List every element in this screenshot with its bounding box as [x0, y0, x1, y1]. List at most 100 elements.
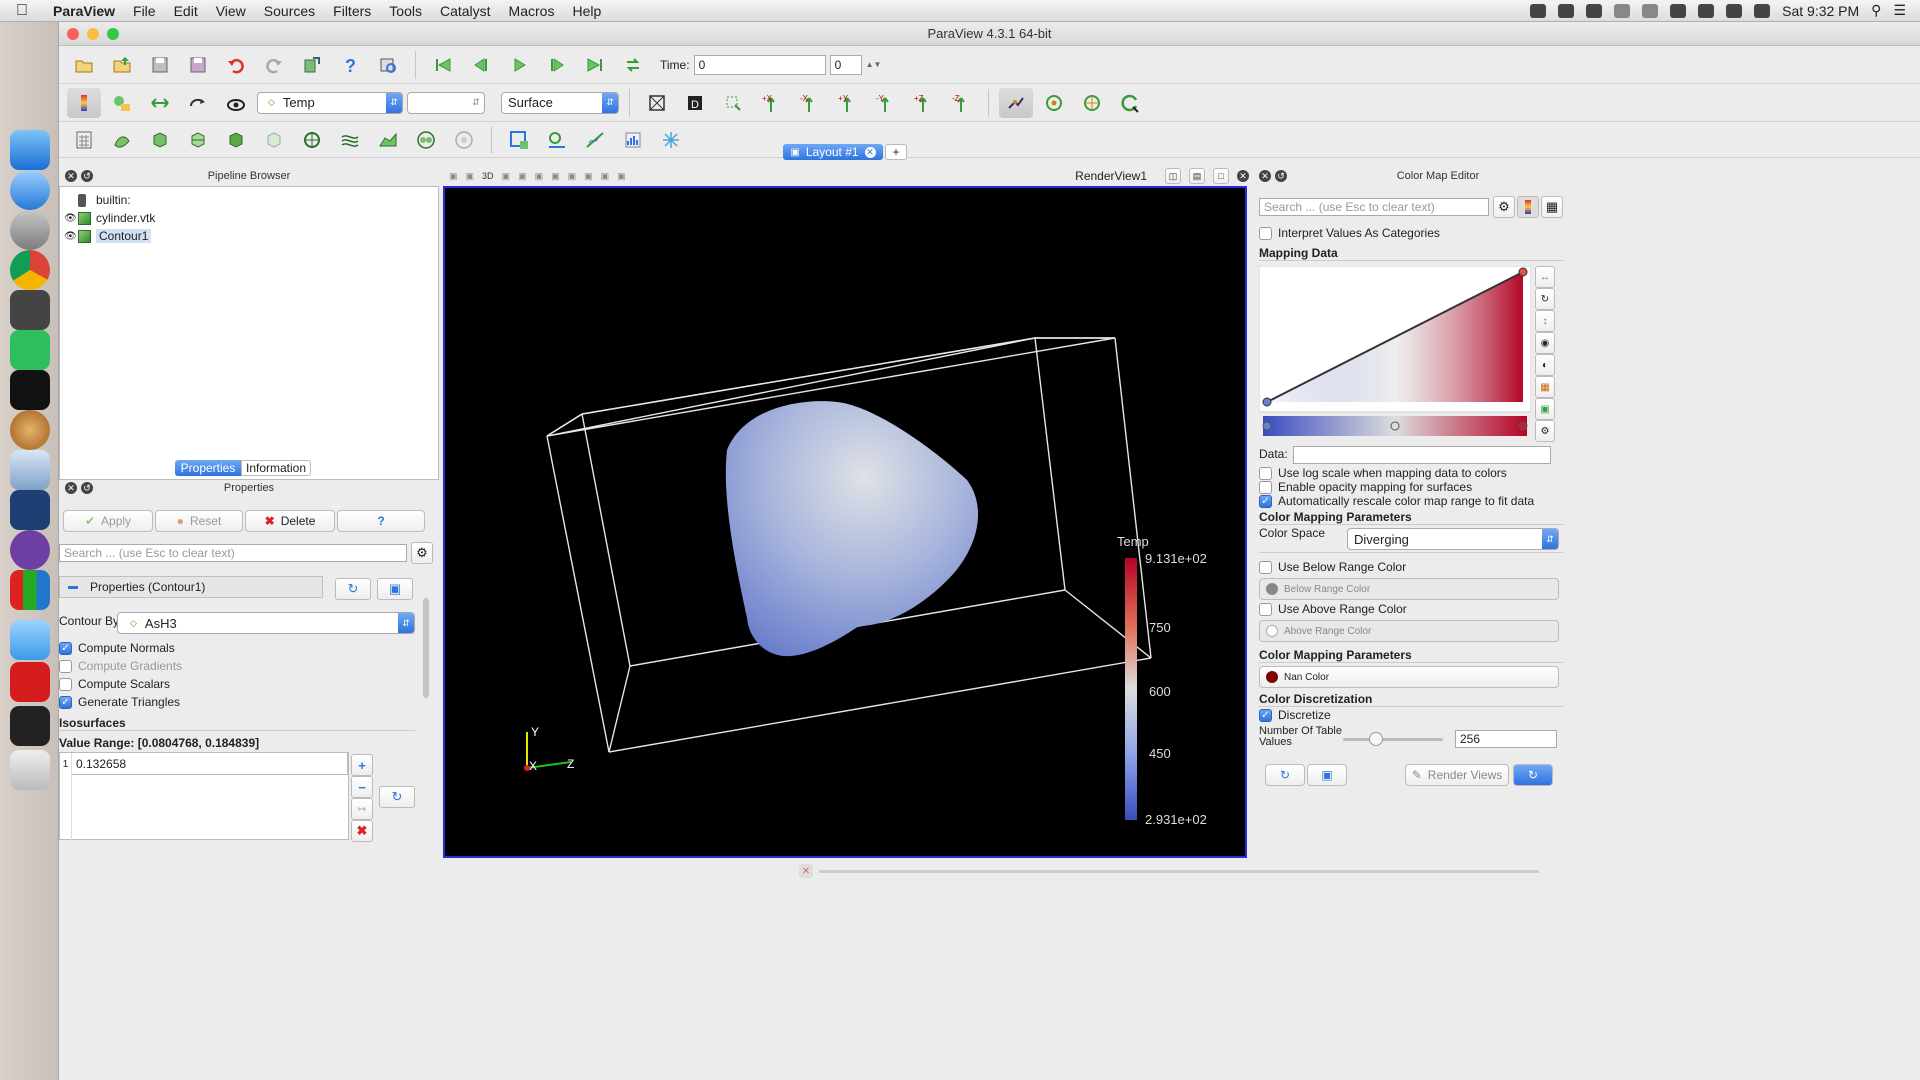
table-values-input[interactable]: 256 [1455, 730, 1557, 748]
compute-normals-checkbox[interactable]: ✓ Compute Normals [59, 641, 175, 655]
github-icon[interactable] [10, 530, 50, 570]
sublime-tray-icon[interactable] [1726, 3, 1743, 18]
help-button[interactable]: ? [337, 510, 425, 532]
invert-icon[interactable]: ◐ [1535, 354, 1555, 376]
apple-icon[interactable]:  [0, 2, 44, 20]
close-tab-icon[interactable]: ✕ [864, 146, 876, 158]
group-datasets-icon[interactable] [409, 125, 443, 155]
last-frame-icon[interactable] [578, 50, 612, 80]
clip-filter-icon[interactable] [143, 125, 177, 155]
app-store-icon[interactable] [10, 170, 50, 210]
rescale-range-icon[interactable]: ↔ [1535, 266, 1555, 288]
rescale-custom-icon[interactable] [181, 88, 215, 118]
discretize-checkbox[interactable]: ✓ Discretize [1259, 708, 1331, 722]
render-views-button[interactable]: ✎ Render Views [1405, 764, 1509, 786]
auto-render-toggle-icon[interactable]: ↻ [1513, 764, 1553, 786]
stream-tracer-icon[interactable] [333, 125, 367, 155]
remove-value-icon[interactable]: − [351, 776, 373, 798]
eye-icon[interactable]: 👁 [64, 231, 78, 242]
menu-help[interactable]: Help [563, 3, 610, 19]
render-view[interactable]: Temp 9.131e+02 750 600 450 2.931e+02 Y X… [443, 186, 1247, 858]
calculator-icon[interactable] [67, 125, 101, 155]
generate-triangles-checkbox[interactable]: ✓ Generate Triangles [59, 695, 180, 709]
battery-icon[interactable] [1754, 3, 1771, 18]
zoom-window-icon[interactable] [107, 28, 119, 40]
rescale-range-icon[interactable] [143, 88, 177, 118]
rescale-temporal-icon[interactable]: ↕ [1535, 310, 1555, 332]
edit-colormap-icon[interactable] [105, 88, 139, 118]
reset-center-icon[interactable] [1037, 88, 1071, 118]
color-point-min[interactable] [1262, 421, 1272, 431]
menu-view[interactable]: View [207, 3, 255, 19]
capture-view-icon[interactable]: ▣ [449, 171, 458, 182]
previous-frame-icon[interactable] [464, 50, 498, 80]
interpret-categories-checkbox[interactable]: Interpret Values As Categories [1259, 226, 1440, 240]
clear-selection-icon[interactable]: ▣ [617, 171, 626, 182]
evernote-tray-icon[interactable] [1586, 3, 1603, 18]
advanced-gear-icon[interactable]: ⚙ [1535, 420, 1555, 442]
render-canvas[interactable]: Temp 9.131e+02 750 600 450 2.931e+02 Y X… [445, 188, 1245, 856]
opacity-point-max[interactable] [1518, 267, 1528, 277]
scrollbar[interactable] [423, 598, 429, 698]
pick-center-icon[interactable] [1075, 88, 1109, 118]
color-legend-icon[interactable] [1517, 196, 1539, 218]
opacity-function-editor[interactable] [1259, 266, 1531, 440]
delete-button[interactable]: ✖ Delete [245, 510, 335, 532]
zoom-to-box-icon[interactable] [716, 88, 750, 118]
zoom-to-data-icon[interactable]: D [678, 88, 712, 118]
notification-center-icon[interactable]: ☰ [1893, 2, 1906, 19]
time-machine-icon[interactable] [1614, 3, 1631, 18]
timestep-spinbox[interactable]: 0 [829, 54, 862, 75]
presets-icon[interactable]: ▦ [1535, 376, 1555, 398]
table-values-slider[interactable] [1343, 732, 1443, 746]
redo-icon[interactable] [257, 50, 291, 80]
split-horizontal-icon[interactable]: ◫ [1165, 168, 1181, 184]
select-cells-on-icon[interactable] [502, 125, 536, 155]
component-select[interactable]: ⇵ [407, 91, 485, 114]
time-input[interactable]: 0 [693, 54, 826, 75]
view-plus-y-icon[interactable]: +Y [830, 88, 864, 118]
close-view-icon[interactable]: ✕ [1237, 170, 1249, 182]
close-icon[interactable]: ✕ [65, 170, 77, 182]
undo-icon[interactable] [219, 50, 253, 80]
choose-preset-icon[interactable]: ▦ [1541, 196, 1563, 218]
open-icon[interactable] [67, 50, 101, 80]
acrobat-icon[interactable] [10, 662, 50, 702]
compute-gradients-checkbox[interactable]: Compute Gradients [59, 659, 182, 673]
folder-icon[interactable] [10, 620, 50, 660]
log-scale-checkbox[interactable]: Use log scale when mapping data to color… [1259, 466, 1507, 480]
menu-macros[interactable]: Macros [500, 3, 564, 19]
first-frame-icon[interactable] [426, 50, 460, 80]
finder-icon[interactable] [10, 130, 50, 170]
select-cells-frustum-icon[interactable]: ▣ [535, 171, 544, 182]
isosurfaces-table[interactable]: 1 0.132658 [59, 752, 349, 841]
tab-properties[interactable]: Properties [175, 460, 241, 476]
color-point-mid[interactable] [1390, 421, 1400, 431]
slice-filter-icon[interactable] [181, 125, 215, 155]
loop-icon[interactable] [616, 50, 650, 80]
opacity-point-min[interactable] [1262, 397, 1272, 407]
color-point-max[interactable] [1518, 421, 1528, 431]
rescale-custom-icon[interactable]: ↻ [1535, 288, 1555, 310]
histogram-icon[interactable] [616, 125, 650, 155]
isosurface-value[interactable]: 0.132658 [72, 753, 348, 775]
above-range-color-button[interactable]: Above Range Color [1259, 620, 1559, 642]
extract-subset-icon[interactable] [257, 125, 291, 155]
glyph-filter-icon[interactable] [295, 125, 329, 155]
apply-button[interactable]: ✔ Apply [63, 510, 153, 532]
use-above-range-checkbox[interactable]: Use Above Range Color [1259, 602, 1407, 616]
eye-icon[interactable]: 👁 [64, 213, 78, 224]
extract-level-icon[interactable] [447, 125, 481, 155]
menu-tools[interactable]: Tools [380, 3, 431, 19]
wifi-icon[interactable] [1670, 3, 1687, 18]
use-below-range-checkbox[interactable]: Use Below Range Color [1259, 560, 1406, 574]
color-by-select[interactable]: ◇ Temp ⇵ [257, 91, 403, 114]
select-points-frustum-icon[interactable]: ▣ [551, 171, 560, 182]
menu-file[interactable]: File [124, 3, 165, 19]
below-range-color-button[interactable]: Below Range Color [1259, 578, 1559, 600]
recent-files-icon[interactable] [105, 50, 139, 80]
gear-icon[interactable]: ⚙ [411, 542, 433, 564]
interactive-select-icon[interactable]: ▣ [584, 171, 593, 182]
reset-camera-icon[interactable] [640, 88, 674, 118]
gear-icon[interactable]: ⚙ [1493, 196, 1515, 218]
